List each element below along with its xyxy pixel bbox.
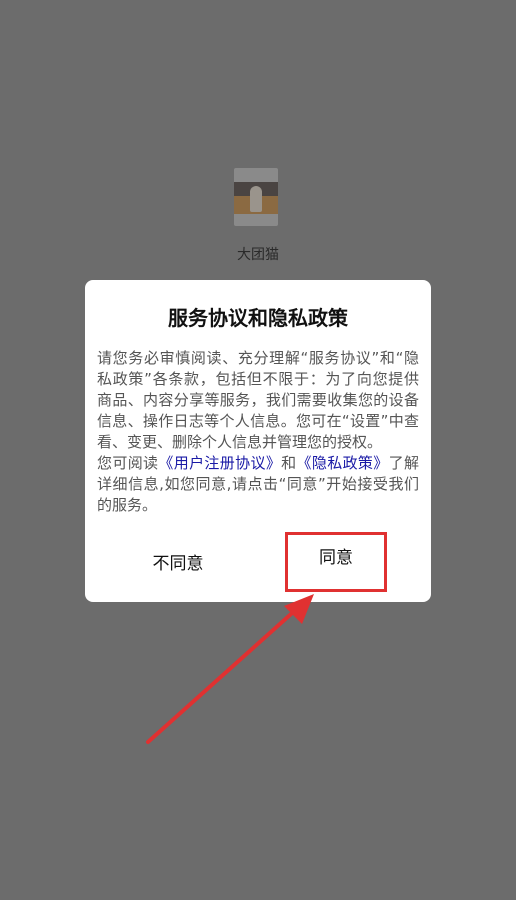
red-arrow-annotation	[146, 594, 314, 744]
